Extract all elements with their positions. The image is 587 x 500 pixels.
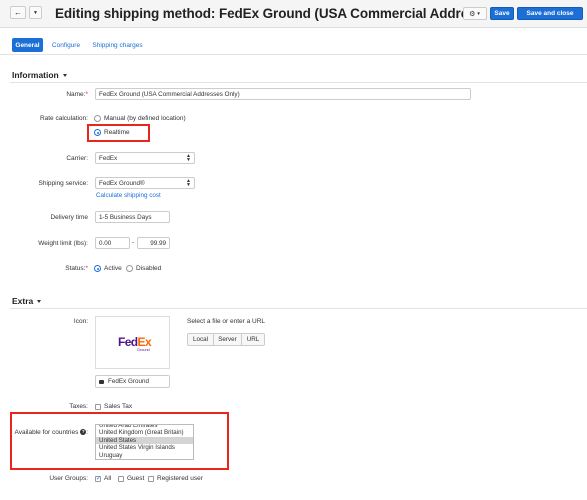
user-group-all-checkbox[interactable]: ✓ [95, 476, 101, 482]
rate-manual-radio[interactable] [94, 115, 101, 122]
countries-highlight-box [10, 412, 229, 470]
weight-min-field[interactable]: 0.00 [95, 237, 130, 249]
user-group-guest-label: Guest [127, 475, 145, 482]
status-active-label: Active [104, 265, 122, 272]
delivery-time-label: Delivery time [50, 214, 88, 221]
page-title: Editing shipping method: FedEx Ground (U… [55, 6, 480, 21]
user-group-guest-checkbox[interactable] [118, 476, 124, 482]
name-field[interactable]: FedEx Ground (USA Commercial Addresses O… [95, 88, 471, 100]
icon-alt-text-field[interactable]: FedEx Ground [95, 375, 170, 388]
caret-down-icon: ▼ [33, 9, 38, 16]
weight-range-separator: - [132, 239, 135, 246]
icon-label: Icon: [73, 318, 88, 325]
user-group-all-label: All [104, 475, 112, 482]
shipping-service-select[interactable]: FedEx Ground® ▲ ▼ [95, 177, 195, 189]
user-group-registered-checkbox[interactable] [148, 476, 154, 482]
back-button[interactable]: ← [10, 6, 26, 19]
carrier-value: FedEx [99, 154, 118, 162]
tab-configure[interactable]: Configure [48, 38, 84, 52]
tab-general[interactable]: General [12, 38, 43, 52]
settings-dropdown-button[interactable]: ⚙ ▼ [463, 7, 487, 20]
information-section-toggle[interactable]: Information [12, 70, 67, 80]
save-button[interactable]: Save [490, 7, 514, 20]
gear-icon: ⚙ [469, 10, 476, 18]
fedex-logo: FedEx [118, 335, 152, 349]
chevron-down-icon [37, 300, 42, 304]
carrier-label: Carrier: [66, 155, 88, 162]
local-file-button[interactable]: Local [187, 333, 214, 346]
realtime-highlight-box [87, 124, 150, 142]
rate-calculation-label: Rate calculation: [39, 115, 88, 122]
server-file-button[interactable]: Server [213, 333, 242, 346]
tab-shipping-charges[interactable]: Shipping charges [89, 38, 146, 52]
information-divider [10, 82, 587, 83]
user-groups-label: User Groups: [49, 475, 88, 482]
extra-section-title: Extra [12, 296, 34, 306]
status-disabled-label: Disabled [136, 265, 162, 272]
extra-section-toggle[interactable]: Extra [12, 296, 42, 306]
tab-divider [0, 54, 587, 55]
comment-icon [99, 379, 104, 384]
top-toolbar: ← ▼ Editing shipping method: FedEx Groun… [0, 0, 587, 28]
back-dropdown-button[interactable]: ▼ [29, 6, 42, 19]
url-file-button[interactable]: URL [241, 333, 265, 346]
shipping-service-value: FedEx Ground® [99, 179, 145, 187]
weight-max-field[interactable]: 99.99 [137, 237, 170, 249]
extra-divider [10, 308, 587, 309]
calculate-shipping-cost-link[interactable]: Calculate shipping cost [96, 192, 161, 199]
rate-manual-label: Manual (by defined location) [104, 115, 186, 122]
chevron-down-icon [62, 74, 67, 78]
select-arrows-icon: ▲ ▼ [186, 178, 191, 188]
carrier-select[interactable]: FedEx ▲ ▼ [95, 152, 195, 164]
name-label: Name:* [66, 91, 88, 98]
information-section-title: Information [12, 70, 59, 80]
checkmark-icon: ✓ [96, 475, 102, 482]
weight-limit-label: Weight limit (lbs): [38, 240, 88, 247]
icon-preview: FedEx Ground [95, 316, 170, 369]
file-prompt-text: Select a file or enter a URL [187, 318, 266, 325]
shipping-service-label: Shipping service: [38, 180, 89, 187]
fedex-logo-subtitle: Ground [137, 348, 150, 352]
user-group-registered-label: Registered user [157, 475, 203, 482]
status-disabled-radio[interactable] [126, 265, 133, 272]
sales-tax-label: Sales Tax [104, 403, 133, 410]
delivery-time-field[interactable]: 1-5 Business Days [95, 211, 170, 223]
status-active-radio[interactable] [94, 265, 101, 272]
taxes-label: Taxes: [69, 403, 88, 410]
status-label: Status:* [65, 265, 88, 272]
back-arrow-icon: ← [14, 8, 22, 17]
save-and-close-button[interactable]: Save and close [517, 7, 583, 20]
select-arrows-icon: ▲ ▼ [186, 153, 191, 163]
sales-tax-checkbox[interactable] [95, 404, 101, 410]
